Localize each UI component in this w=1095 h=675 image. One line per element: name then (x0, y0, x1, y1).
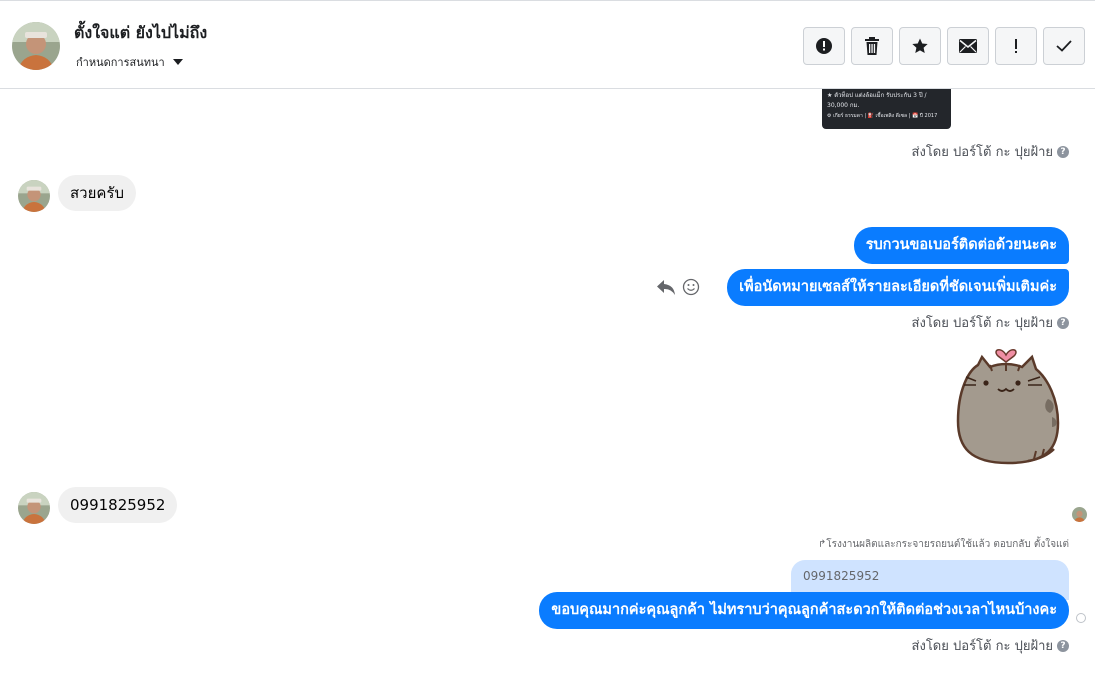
attachment-line-3: ⚙ เกียร์ ธรรมดา | ⛽ เชื้อเพลิง ดีเซล | 📅… (827, 113, 938, 119)
sent-by-label: ส่งโดย ปอร์โต้ กะ ปุยฝ้าย ? (912, 635, 1069, 656)
sent-by-label: ส่งโดย ปอร์โต้ กะ ปุยฝ้าย ? (912, 312, 1069, 333)
star-icon (912, 38, 928, 54)
image-attachment[interactable]: ★ ตัวท็อป แต่งล้อแม็ก รับประกัน 3 ปี / 3… (822, 89, 951, 129)
incoming-message[interactable]: สวยครับ (58, 175, 136, 211)
help-icon[interactable]: ? (1057, 145, 1069, 158)
sent-by-text: ส่งโดย ปอร์โต้ กะ ปุยฝ้าย (911, 639, 1053, 654)
star-button[interactable] (899, 27, 941, 65)
seen-avatar (1072, 507, 1087, 522)
contact-avatar[interactable] (12, 22, 60, 70)
report-button[interactable] (803, 27, 845, 65)
incoming-message[interactable]: 0991825952 (58, 487, 178, 523)
delete-button[interactable] (851, 27, 893, 65)
mark-done-button[interactable] (1043, 27, 1085, 65)
attachment-line-1: ★ ตัวท็อป แต่งล้อแม็ก รับประกัน 3 ปี / (827, 92, 927, 99)
reply-context-label: ↱โรงงานผลิตและกระจายรถยนต์ใช้แล้ว ตอบกลั… (817, 539, 1069, 550)
important-button[interactable] (995, 27, 1037, 65)
reply-icon[interactable] (656, 278, 676, 296)
exclamation-circle-icon (816, 38, 832, 54)
help-icon[interactable]: ? (1057, 639, 1069, 652)
message-actions (656, 278, 700, 296)
conversation-settings-label: กำหนดการสนทนา (76, 56, 165, 69)
sender-avatar[interactable] (18, 492, 50, 524)
delivered-status-icon (1076, 613, 1086, 623)
caret-down-icon (172, 59, 183, 65)
envelope-icon (959, 39, 977, 53)
outgoing-message[interactable]: ขอบคุณมากค่ะคุณลูกค้า ไม่ทราบว่าคุณลูกค้… (539, 592, 1069, 629)
attachment-line-2: 30,000 กม. (827, 102, 860, 109)
checkmark-icon (1056, 40, 1072, 52)
outgoing-message[interactable]: รบกวนขอเบอร์ติดต่อด้วยนะคะ (853, 227, 1069, 264)
sent-by-label: ส่งโดย ปอร์โต้ กะ ปุยฝ้าย ? (912, 141, 1069, 162)
conversation-settings-dropdown[interactable]: กำหนดการสนทนา (76, 53, 183, 71)
sent-by-text: ส่งโดย ปอร์โต้ กะ ปุยฝ้าย (911, 316, 1053, 331)
emoji-reaction-icon[interactable] (682, 278, 700, 296)
mark-unread-button[interactable] (947, 27, 989, 65)
conversation-header: ตั้งใจแต่ ยังไปไม่ถึง กำหนดการสนทนา (0, 0, 1095, 89)
sent-by-text: ส่งโดย ปอร์โต้ กะ ปุยฝ้าย (911, 145, 1053, 160)
pusheen-sticker[interactable] (944, 343, 1074, 469)
trash-icon (865, 37, 879, 55)
contact-name[interactable]: ตั้งใจแต่ ยังไปไม่ถึง (74, 21, 207, 46)
help-icon[interactable]: ? (1057, 316, 1069, 329)
exclamation-icon (1015, 39, 1017, 53)
outgoing-message[interactable]: เพื่อนัดหมายเซลส์ให้รายละเอียดที่ชัดเจนเ… (727, 269, 1069, 306)
sender-avatar[interactable] (18, 180, 50, 212)
